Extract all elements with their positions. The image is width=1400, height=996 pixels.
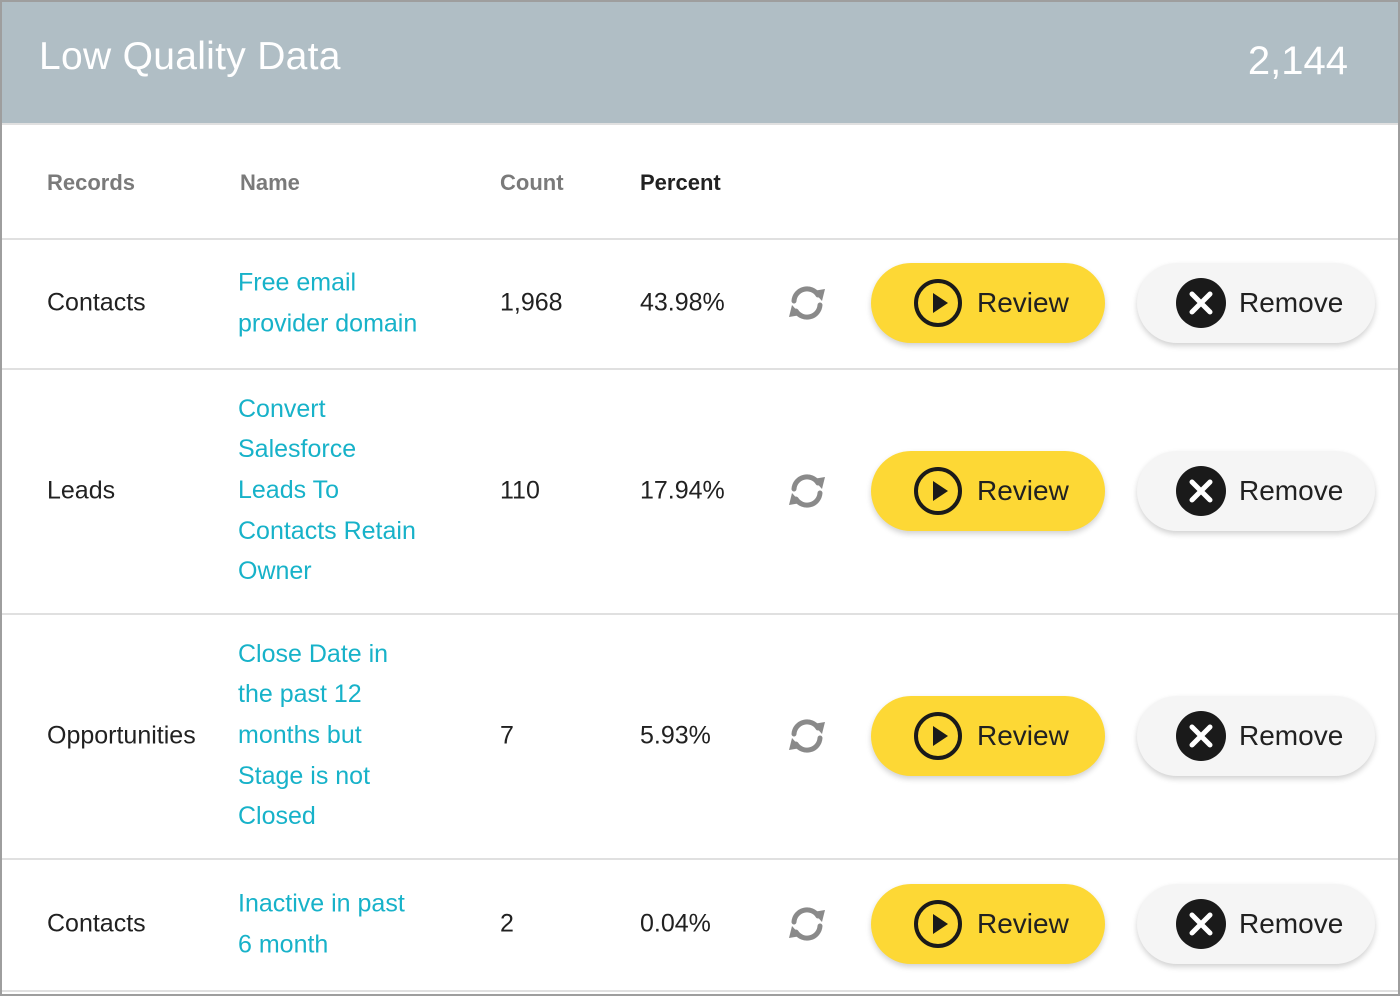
- table-row: Opportunities Close Date in the past 12 mo…: [2, 613, 1398, 860]
- remove-button-label: Remove: [1239, 474, 1344, 506]
- rule-name-line: Inactive in past: [238, 889, 405, 918]
- remove-button-label: Remove: [1239, 719, 1344, 751]
- column-header-records[interactable]: Records: [47, 170, 135, 196]
- refresh-button[interactable]: [785, 902, 829, 946]
- rule-name-line: Close Date in: [238, 639, 389, 668]
- record-type: Contacts: [47, 288, 146, 317]
- rule-name-line: Contacts Retain: [238, 516, 416, 545]
- table-row: Contacts Free email provider domain 1,968…: [2, 238, 1398, 370]
- rule-name-line: 6 month: [238, 930, 329, 958]
- table-header: Records Name Count Percent: [2, 125, 1398, 240]
- card-title: Low Quality Data: [39, 35, 341, 78]
- review-button-label: Review: [977, 908, 1069, 939]
- record-count: 110: [500, 476, 540, 504]
- column-header-name[interactable]: Name: [240, 170, 300, 196]
- record-count: 2: [500, 909, 514, 938]
- review-button-label: Review: [977, 474, 1069, 506]
- close-circle-icon: [1176, 465, 1226, 516]
- refresh-button[interactable]: [785, 281, 829, 325]
- review-button[interactable]: Review: [871, 695, 1105, 776]
- record-percent: 43.98%: [640, 288, 725, 317]
- record-type: Contacts: [47, 909, 146, 938]
- rule-name-line: provider domain: [238, 309, 418, 337]
- remove-button[interactable]: Remove: [1137, 450, 1375, 531]
- refresh-button[interactable]: [785, 469, 829, 513]
- rule-name-line: Salesforce: [238, 435, 357, 464]
- refresh-icon: [789, 473, 825, 508]
- record-percent: 17.94%: [640, 476, 725, 504]
- rule-name-line: the past 12: [238, 680, 362, 709]
- review-button[interactable]: Review: [871, 263, 1105, 343]
- review-button-label: Review: [977, 719, 1069, 751]
- rule-name-link[interactable]: Convert Salesforce Leads To Contacts Retain…: [238, 389, 438, 593]
- review-button-label: Review: [977, 287, 1069, 318]
- rule-name-link[interactable]: Inactive in past 6 month: [238, 883, 438, 964]
- play-circle-icon: [914, 466, 962, 515]
- card-header: Low Quality Data 2,144: [2, 2, 1398, 125]
- record-count: 7: [500, 721, 514, 749]
- record-percent: 5.93%: [640, 721, 711, 749]
- review-button[interactable]: Review: [871, 884, 1105, 964]
- rule-name-line: Leads To: [238, 476, 340, 505]
- rule-name-line: Stage is not: [238, 761, 371, 790]
- rule-name-link[interactable]: Close Date in the past 12 months but Stage …: [238, 634, 438, 838]
- rule-name-link[interactable]: Free email provider domain: [238, 262, 438, 343]
- close-circle-icon: [1176, 710, 1226, 761]
- column-header-percent[interactable]: Percent: [640, 170, 721, 196]
- record-count: 1,968: [500, 288, 563, 317]
- refresh-button[interactable]: [785, 714, 829, 758]
- play-circle-icon: [914, 711, 962, 760]
- rule-name-line: Owner: [238, 557, 312, 586]
- close-circle-icon: [1176, 278, 1226, 328]
- play-circle-icon: [914, 900, 962, 948]
- table-row: Contacts Inactive in past 6 month 2 0.04%…: [2, 858, 1398, 992]
- table-row: Leads Convert Salesforce Leads To Contacts …: [2, 368, 1398, 615]
- rule-name-line: months but: [238, 721, 362, 750]
- rule-name-line: Closed: [238, 802, 316, 831]
- rule-name-line: Convert: [238, 394, 326, 423]
- record-type: Opportunities: [47, 721, 196, 749]
- remove-button[interactable]: Remove: [1137, 263, 1375, 343]
- review-button[interactable]: Review: [871, 450, 1105, 531]
- remove-button-label: Remove: [1239, 908, 1344, 939]
- play-circle-icon: [914, 279, 962, 327]
- remove-button[interactable]: Remove: [1137, 695, 1375, 776]
- remove-button-label: Remove: [1239, 287, 1344, 318]
- refresh-icon: [789, 907, 825, 941]
- low-quality-data-card: Low Quality Data 2,144 Records Name Coun…: [0, 0, 1400, 996]
- remove-button[interactable]: Remove: [1137, 884, 1375, 964]
- column-header-count[interactable]: Count: [500, 170, 564, 196]
- close-circle-icon: [1176, 899, 1226, 949]
- refresh-icon: [789, 718, 825, 753]
- refresh-icon: [789, 286, 825, 320]
- record-type: Leads: [47, 476, 116, 504]
- record-percent: 0.04%: [640, 909, 711, 938]
- total-count: 2,144: [1247, 39, 1348, 83]
- rule-name-line: Free email: [238, 268, 357, 297]
